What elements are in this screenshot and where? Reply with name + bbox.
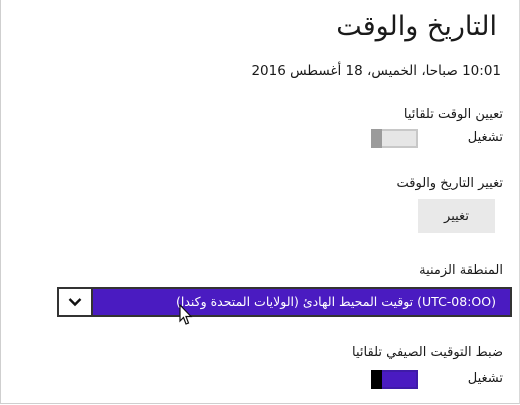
dst-toggle-thumb xyxy=(371,370,382,389)
time-zone-label: المنطقة الزمنية xyxy=(419,263,503,278)
dst-state: تشغيل xyxy=(467,371,503,386)
auto-time-state: تشغيل xyxy=(467,130,503,145)
dst-toggle[interactable] xyxy=(371,370,418,389)
dropdown-caret[interactable] xyxy=(59,289,93,315)
chevron-down-icon xyxy=(68,298,82,307)
change-datetime-button[interactable]: تغيير xyxy=(418,199,495,233)
mouse-pointer-icon xyxy=(179,304,193,325)
time-zone-selected-value: (UTC-08:OO) توقيت المحيط الهادئ (الولايا… xyxy=(175,294,496,309)
change-datetime-label: تغيير التاريخ والوقت xyxy=(396,176,503,191)
current-datetime: 10:01 صباحا، الخميس، 18 أغسطس 2016 xyxy=(251,63,501,79)
settings-panel: التاريخ والوقت 10:01 صباحا، الخميس، 18 أ… xyxy=(0,0,520,404)
auto-time-toggle[interactable] xyxy=(371,129,418,148)
dst-label: ضبط التوقيت الصيفي تلقائيا xyxy=(352,345,503,360)
auto-time-toggle-thumb xyxy=(371,129,382,148)
time-zone-select[interactable]: (UTC-08:OO) توقيت المحيط الهادئ (الولايا… xyxy=(57,287,512,317)
page-title: التاريخ والوقت xyxy=(336,11,497,42)
auto-time-label: تعيين الوقت تلقائيا xyxy=(403,107,503,122)
